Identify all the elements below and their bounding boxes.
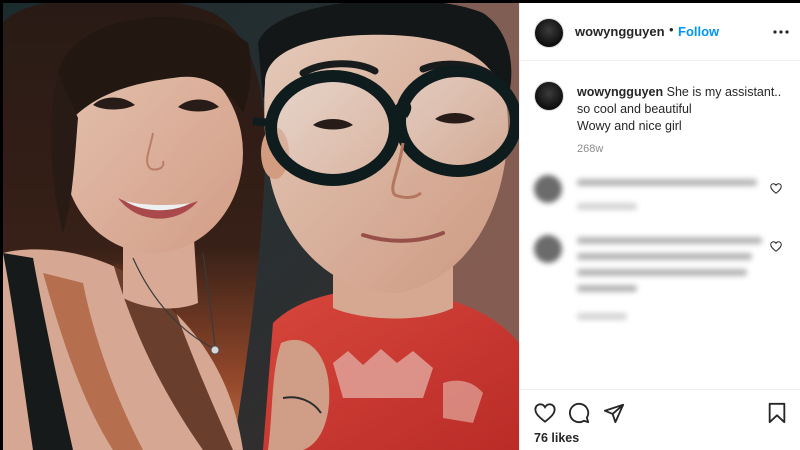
blurred-comment-text	[577, 253, 752, 260]
selfie-image	[3, 3, 519, 450]
post-action-bar: 76 likes	[520, 389, 800, 450]
blurred-comment-meta	[577, 313, 627, 320]
post-photo[interactable]	[3, 3, 519, 450]
comment-item-blurred	[520, 229, 800, 329]
header-separator: •	[669, 22, 674, 37]
blurred-comment-text	[577, 237, 762, 244]
blurred-comment-meta	[577, 203, 637, 210]
comment-item-blurred	[520, 171, 800, 221]
commenter-avatar	[534, 235, 562, 263]
blurred-comment-text	[577, 269, 747, 276]
share-icon[interactable]	[603, 402, 625, 424]
post-side-panel: wowyngguyen • Follow wowyngguyen She is …	[519, 3, 800, 450]
comment-like-heart-icon[interactable]	[770, 183, 782, 194]
post-header: wowyngguyen • Follow	[520, 3, 800, 61]
bookmark-icon[interactable]	[766, 402, 788, 424]
header-username[interactable]: wowyngguyen	[575, 24, 665, 39]
comment-like-heart-icon[interactable]	[770, 241, 782, 252]
comment-icon[interactable]	[568, 402, 590, 424]
profile-avatar[interactable]	[534, 18, 564, 48]
caption-avatar[interactable]	[534, 81, 564, 111]
follow-button[interactable]: Follow	[678, 24, 719, 39]
blurred-comment-text	[577, 179, 757, 186]
blurred-comment-text	[577, 285, 637, 292]
heart-icon[interactable]	[534, 402, 556, 424]
caption-username[interactable]: wowyngguyen	[577, 85, 663, 99]
caption-timestamp[interactable]: 268w	[577, 143, 603, 155]
more-options-icon[interactable]	[772, 25, 790, 39]
caption-text-block: wowyngguyen She is my assistant.. so coo…	[577, 84, 789, 135]
commenter-avatar	[534, 175, 562, 203]
likes-count[interactable]: 76 likes	[534, 431, 579, 445]
